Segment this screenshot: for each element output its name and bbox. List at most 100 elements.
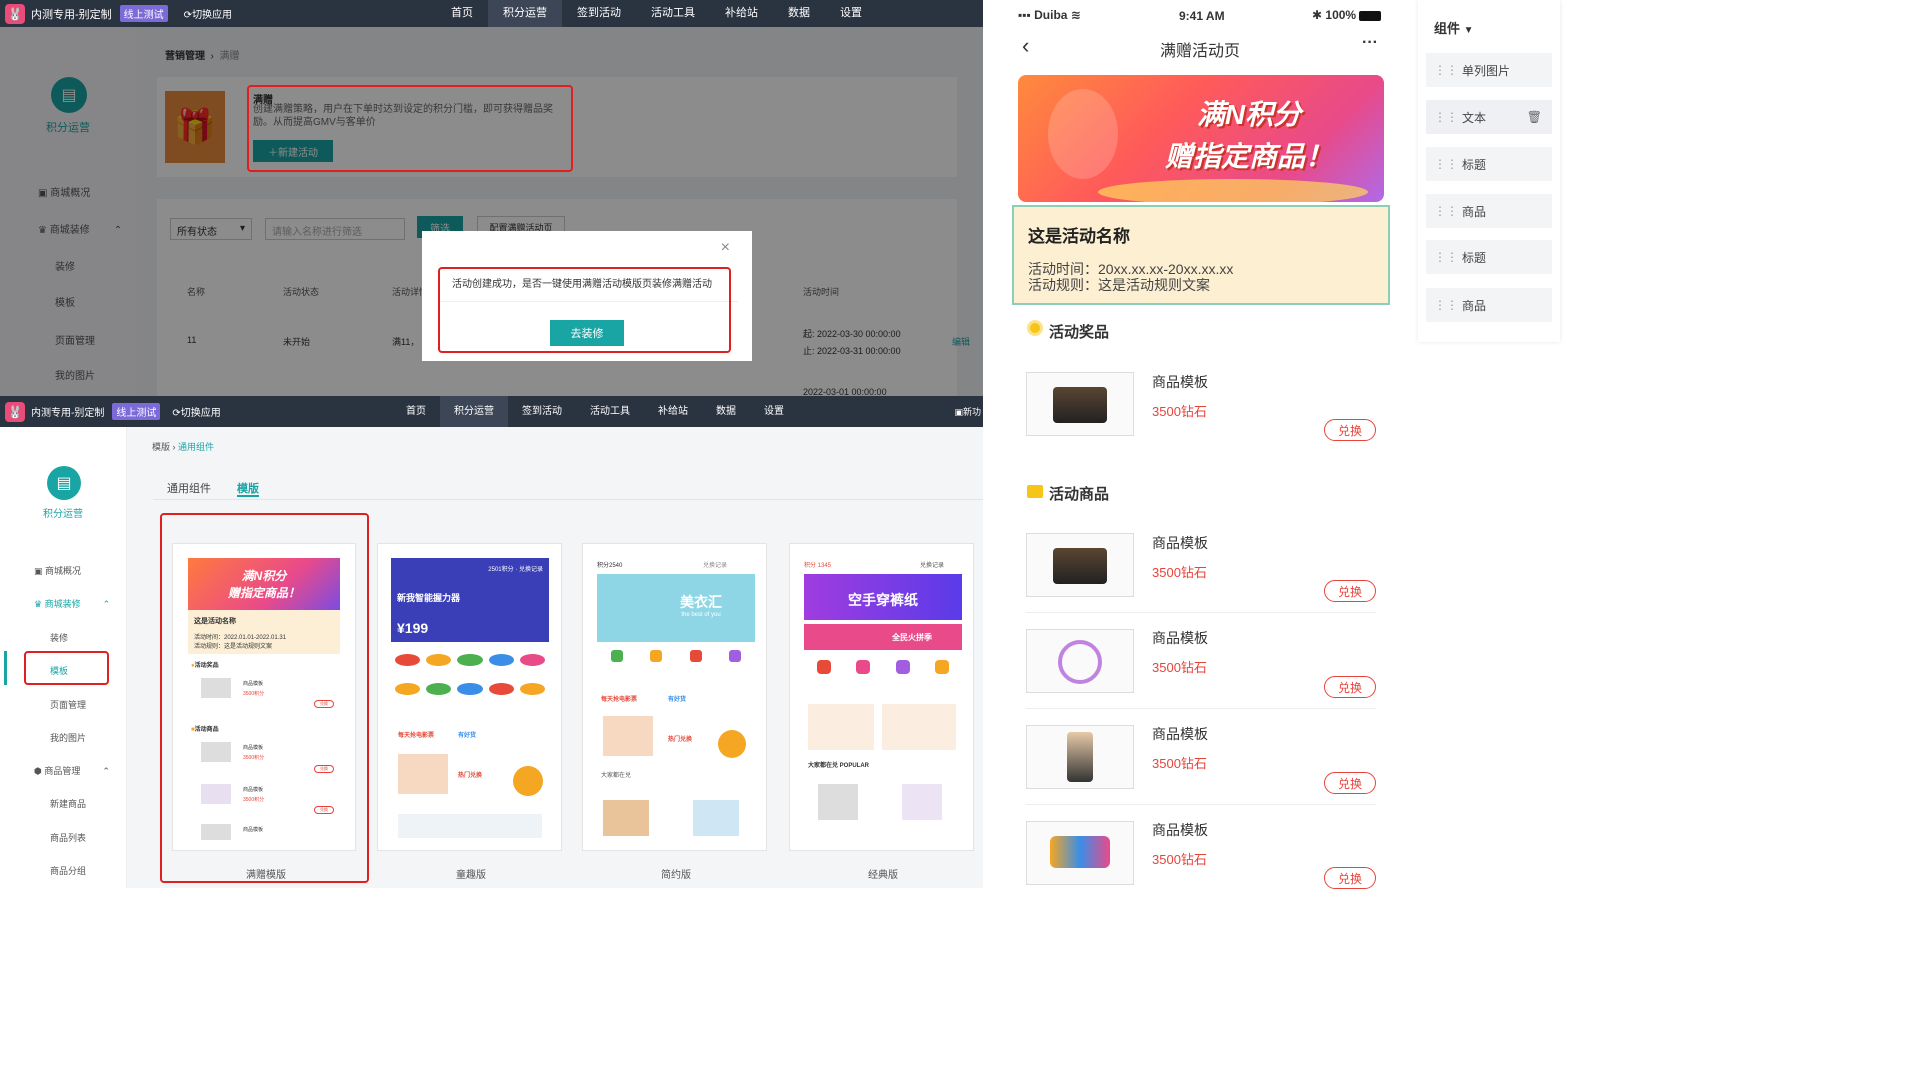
t2-popcorn-img	[398, 754, 448, 794]
product-price-3: 3500钻石	[1152, 756, 1207, 771]
prize-section-icon	[1027, 320, 1043, 336]
nav-data[interactable]: 数据	[773, 0, 825, 27]
goods-section-title: 活动商品	[1049, 486, 1110, 503]
bottom-navbar: 🐰 内测专用-别定制 线上测试 ⟳切换应用 首页 积分运营 签到活动 活动工具 …	[0, 396, 983, 427]
highlight-template-card	[160, 513, 369, 883]
tab-template[interactable]: 模版	[237, 480, 259, 496]
trash-icon[interactable]: 🗑	[1527, 110, 1542, 124]
product-image-4	[1026, 821, 1134, 885]
phone-icon	[1067, 732, 1093, 782]
nav-tools[interactable]: 活动工具	[636, 0, 710, 27]
sidebar-item-pages[interactable]: 页面管理	[50, 698, 86, 711]
exchange-button-2[interactable]: 兑换	[1324, 676, 1376, 698]
drag-handle-icon[interactable]: ⋮⋮	[1434, 204, 1458, 218]
toy-icon	[1050, 836, 1110, 868]
product-image-0	[1026, 372, 1134, 436]
template-card-jianyue[interactable]: 积分2540 兑换记录 美衣汇 the best of you 每天抢电影票 有…	[582, 543, 767, 851]
camera-icon	[1053, 548, 1107, 584]
exchange-button-1[interactable]: 兑换	[1324, 580, 1376, 602]
template-label-tongqu: 童趣版	[456, 870, 486, 881]
nav-settings[interactable]: 设置	[750, 396, 798, 427]
t2-record: 兑换记录	[518, 567, 543, 573]
t3-banner: 美衣汇 the best of you	[597, 574, 755, 642]
nav-tools[interactable]: 活动工具	[576, 396, 644, 427]
sidebar-item-overview[interactable]: ▣ 商城概况	[34, 564, 81, 577]
nav-checkin[interactable]: 签到活动	[562, 0, 636, 27]
nav-checkin[interactable]: 签到活动	[508, 396, 576, 427]
sidebar-item-decorate[interactable]: 装修	[50, 631, 68, 644]
t3-promo3: 热门兑换	[668, 737, 693, 743]
t4-popular: 大家都在兑 POPULAR	[808, 763, 870, 769]
nav-supply[interactable]: 补给站	[710, 0, 773, 27]
activity-rule: 活动规则：这是活动规则文案	[1028, 277, 1210, 293]
t2-banner: 2501积分 · 兑换记录 新我智能握力器 ¥199	[391, 558, 549, 642]
more-icon[interactable]: ···	[1362, 34, 1378, 52]
t3-popcorn-img	[603, 716, 653, 756]
highlight-dialog	[438, 267, 731, 353]
sidebar-item-new-goods[interactable]: 新建商品	[50, 797, 86, 810]
drag-handle-icon[interactable]: ⋮⋮	[1434, 157, 1458, 171]
tab-common[interactable]: 通用组件	[167, 480, 211, 496]
drag-handle-icon[interactable]: ⋮⋮	[1434, 250, 1458, 264]
activity-name: 这是活动名称	[1028, 227, 1130, 246]
app-logo-icon: 🐰	[5, 401, 25, 422]
component-item-goods-2[interactable]: ⋮⋮ 商品	[1426, 288, 1552, 322]
product-price-2: 3500钻石	[1152, 660, 1207, 675]
new-feature-link[interactable]: ▣新功	[954, 405, 981, 418]
nav-supply[interactable]: 补给站	[644, 396, 702, 427]
top-navbar: 🐰 内测专用-别定制 线上测试 ⟳切换应用 首页 积分运营 签到活动 活动工具 …	[0, 0, 983, 27]
nav-settings[interactable]: 设置	[825, 0, 877, 27]
switch-app-link[interactable]: ⟳切换应用	[184, 6, 232, 21]
nav-points-ops[interactable]: 积分运营	[488, 0, 562, 27]
component-panel-header[interactable]: 组件 ▼	[1434, 18, 1474, 37]
template-card-tongqu[interactable]: 2501积分 · 兑换记录 新我智能握力器 ¥199 每天抢电影票 有好货 热门…	[377, 543, 562, 851]
sidebar-item-goods-group[interactable]: 商品分组	[50, 864, 86, 877]
sidebar-item-goods-list[interactable]: 商品列表	[50, 831, 86, 844]
nav-home[interactable]: 首页	[392, 396, 440, 427]
highlight-feature	[247, 85, 573, 172]
component-item-goods[interactable]: ⋮⋮ 商品	[1426, 194, 1552, 228]
banner-line1: 满N积分	[1196, 99, 1302, 130]
t4-points: 积分 1345	[804, 563, 832, 569]
t4-camera-img	[818, 784, 858, 820]
breadcrumb: 模版 › 通用组件	[152, 442, 215, 452]
sidebar-item-goods[interactable]: ⬢ 商品管理 ⌃	[34, 764, 110, 777]
t4-banner: 空手穿裤纸	[804, 574, 962, 620]
template-card-jingdian[interactable]: 积分 1345 兑换记录 空手穿裤纸 全民火拼季 大家都在兑 POPULAR	[789, 543, 974, 851]
phone-page-title: 满赠活动页	[1160, 43, 1241, 60]
exchange-button-3[interactable]: 兑换	[1324, 772, 1376, 794]
product-image-3	[1026, 725, 1134, 789]
t3-points: 积分2540	[597, 563, 623, 569]
component-item-image[interactable]: ⋮⋮ 单列图片	[1426, 53, 1552, 87]
chevron-up-icon: ⌃	[102, 599, 111, 609]
product-name-1: 商品模板	[1152, 535, 1208, 551]
t3-fruit-img	[718, 730, 746, 758]
status-time: 9:41 AM	[1179, 9, 1225, 23]
nav-home[interactable]: 首页	[436, 0, 488, 27]
app-logo-icon: 🐰	[5, 3, 25, 24]
main-nav: 首页 积分运营 签到活动 活动工具 补给站 数据 设置	[392, 396, 798, 427]
nav-data[interactable]: 数据	[702, 396, 750, 427]
component-item-text[interactable]: ⋮⋮ 文本 🗑	[1426, 100, 1552, 134]
t2-promo1: 每天抢电影票	[398, 733, 435, 739]
sidebar-item-decoration[interactable]: ♛ 商城装修 ⌃	[34, 597, 110, 610]
activity-info-card[interactable]: 这是活动名称 活动时间：20xx.xx.xx-20xx.xx.xx 活动规则：这…	[1012, 205, 1390, 305]
divider	[1026, 612, 1376, 613]
back-icon[interactable]: ‹	[1022, 33, 1029, 59]
drag-handle-icon[interactable]: ⋮⋮	[1434, 298, 1458, 312]
close-icon[interactable]: ×	[721, 239, 730, 257]
t4-icon-row	[804, 660, 962, 682]
nav-points-ops[interactable]: 积分运营	[440, 396, 508, 427]
drag-handle-icon[interactable]: ⋮⋮	[1434, 63, 1458, 77]
exchange-button-4[interactable]: 兑换	[1324, 867, 1376, 889]
banner-coins	[1098, 179, 1368, 202]
component-item-title[interactable]: ⋮⋮ 标题	[1426, 147, 1552, 181]
product-image-1	[1026, 533, 1134, 597]
exchange-button-0[interactable]: 兑换	[1324, 419, 1376, 441]
component-item-title-2[interactable]: ⋮⋮ 标题	[1426, 240, 1552, 274]
switch-app-link[interactable]: ⟳切换应用	[172, 404, 220, 419]
banner-line2: 赠指定商品！	[1164, 141, 1333, 172]
drag-handle-icon[interactable]: ⋮⋮	[1434, 110, 1458, 124]
sidebar-item-images[interactable]: 我的图片	[50, 731, 86, 744]
status-carrier: ▪▪▪ Duiba ≋	[1018, 8, 1081, 22]
